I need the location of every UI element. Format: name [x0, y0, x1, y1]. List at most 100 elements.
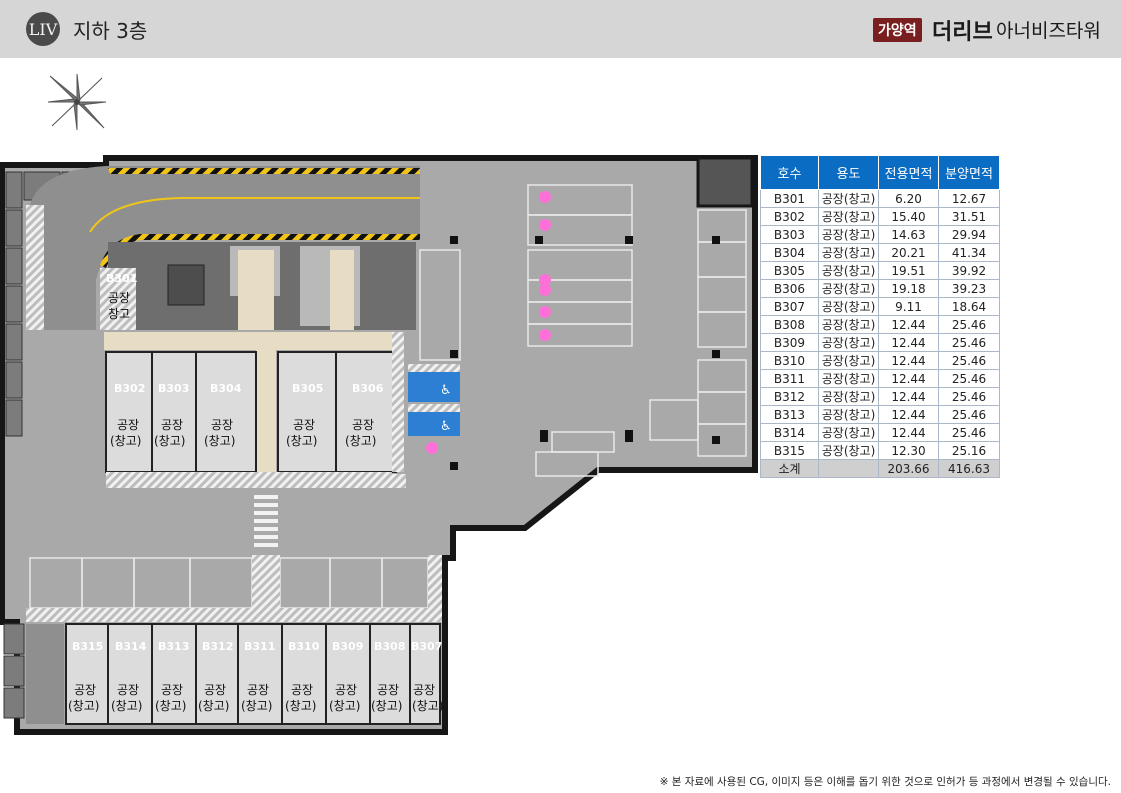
- unit-use2-B309: (창고): [329, 699, 360, 713]
- cell-exclusive-area: 6.20: [878, 189, 939, 208]
- cell-use: 공장(창고): [818, 315, 879, 334]
- header-use: 용도: [818, 155, 879, 190]
- cell-exclusive-area: 12.44: [878, 423, 939, 442]
- unit-use-B301: 공장: [108, 291, 130, 305]
- cell-use: 공장(창고): [818, 423, 879, 442]
- unit-use2-B308: (창고): [371, 699, 402, 713]
- table-row: B312 공장(창고) 12.44 25.46: [760, 387, 1000, 406]
- table-header-row: 호수 용도 전용면적 분양면적: [760, 155, 1000, 190]
- unit-use-B309: 공장: [335, 683, 357, 697]
- cell-use: 공장(창고): [818, 207, 879, 226]
- unit-use-B314: 공장: [117, 683, 139, 697]
- header-exclusive-area: 전용면적: [878, 155, 939, 190]
- elevator: [167, 264, 205, 306]
- unit-use2-B312: (창고): [198, 699, 229, 713]
- cell-exclusive-area: 19.51: [878, 261, 939, 280]
- cell-unit-no: B315: [760, 441, 819, 460]
- brand-subname: 아너비즈타워: [996, 20, 1101, 42]
- unit-B306: [335, 351, 397, 473]
- cell-sale-area: 25.46: [938, 405, 1000, 424]
- cell-sale-area: 29.94: [938, 225, 1000, 244]
- cell-exclusive-area: 12.44: [878, 315, 939, 334]
- header-bar: LIV 지하 3층 가양역 더리브 아너비즈타워: [0, 0, 1121, 58]
- cell-sale-area: 25.46: [938, 423, 1000, 442]
- cell-unit-no: B314: [760, 423, 819, 442]
- cell-use: 공장(창고): [818, 333, 879, 352]
- unit-label-B307: B307: [411, 640, 442, 653]
- cell-unit-no: B304: [760, 243, 819, 262]
- cell-unit-no: B310: [760, 351, 819, 370]
- total-exclusive-area: 203.66: [878, 459, 939, 478]
- table-row: B309 공장(창고) 12.44 25.46: [760, 333, 1000, 352]
- cell-unit-no: B308: [760, 315, 819, 334]
- unit-use-B305: 공장: [293, 418, 315, 432]
- cell-use: 공장(창고): [818, 261, 879, 280]
- table-row: B303 공장(창고) 14.63 29.94: [760, 225, 1000, 244]
- table-row: B308 공장(창고) 12.44 25.46: [760, 315, 1000, 334]
- cell-unit-no: B312: [760, 387, 819, 406]
- unit-label-B304: B304: [210, 382, 242, 395]
- brand-name: 더리브: [932, 20, 993, 45]
- cell-use: 공장(창고): [818, 279, 879, 298]
- table-row: B306 공장(창고) 19.18 39.23: [760, 279, 1000, 298]
- cell-exclusive-area: 19.18: [878, 279, 939, 298]
- cell-unit-no: B303: [760, 225, 819, 244]
- bottom-left-storage-bays: [3, 623, 25, 719]
- cell-sale-area: 25.16: [938, 441, 1000, 460]
- unit-label-B302: B302: [114, 382, 145, 395]
- unit-B302: [105, 351, 153, 473]
- brand-logo: LIV: [26, 12, 60, 46]
- cell-sale-area: 25.46: [938, 387, 1000, 406]
- unit-use2-B301: 창고: [108, 307, 130, 321]
- compass-rose-icon: [47, 73, 107, 131]
- station-badge: 가양역: [873, 18, 922, 42]
- cell-use: 공장(창고): [818, 351, 879, 370]
- table-row: B307 공장(창고) 9.11 18.64: [760, 297, 1000, 316]
- table-row: B302 공장(창고) 15.40 31.51: [760, 207, 1000, 226]
- unit-label-B301: B301: [106, 272, 137, 285]
- cell-use: 공장(창고): [818, 225, 879, 244]
- unit-use2-B304: (창고): [204, 434, 235, 448]
- table-row: B310 공장(창고) 12.44 25.46: [760, 351, 1000, 370]
- cell-unit-no: B306: [760, 279, 819, 298]
- unit-use-B311: 공장: [247, 683, 269, 697]
- cell-exclusive-area: 12.44: [878, 333, 939, 352]
- cell-use: 공장(창고): [818, 387, 879, 406]
- unit-B304: [195, 351, 257, 473]
- cell-sale-area: 18.64: [938, 297, 1000, 316]
- cell-use: 공장(창고): [818, 243, 879, 262]
- unit-use-B303: 공장: [161, 418, 183, 432]
- unit-use2-B306: (창고): [345, 434, 376, 448]
- cell-exclusive-area: 9.11: [878, 297, 939, 316]
- table-total-row: 소계 203.66 416.63: [760, 459, 1000, 478]
- unit-label-B303: B303: [158, 382, 189, 395]
- table-row: B315 공장(창고) 12.30 25.16: [760, 441, 1000, 460]
- unit-use2-B315: (창고): [68, 699, 99, 713]
- corridor: [104, 332, 404, 350]
- cell-unit-no: B305: [760, 261, 819, 280]
- unit-label-B311: B311: [244, 640, 275, 653]
- total-label: 소계: [760, 459, 819, 478]
- cell-sale-area: 12.67: [938, 189, 1000, 208]
- wheelchair-icon: ♿: [440, 419, 452, 434]
- unit-label-B308: B308: [374, 640, 405, 653]
- table-row: B311 공장(창고) 12.44 25.46: [760, 369, 1000, 388]
- unit-B303: [151, 351, 197, 473]
- table-row: B304 공장(창고) 20.21 41.34: [760, 243, 1000, 262]
- cell-exclusive-area: 12.30: [878, 441, 939, 460]
- cell-exclusive-area: 12.44: [878, 387, 939, 406]
- cell-use: 공장(창고): [818, 369, 879, 388]
- table-row: B314 공장(창고) 12.44 25.46: [760, 423, 1000, 442]
- cell-exclusive-area: 12.44: [878, 351, 939, 370]
- cell-unit-no: B307: [760, 297, 819, 316]
- table-row: B313 공장(창고) 12.44 25.46: [760, 405, 1000, 424]
- cell-sale-area: 25.46: [938, 351, 1000, 370]
- upper-units: [105, 351, 397, 473]
- unit-use2-B307: (창고): [412, 699, 443, 713]
- unit-use-B312: 공장: [204, 683, 226, 697]
- cell-unit-no: B301: [760, 189, 819, 208]
- unit-label-B312: B312: [202, 640, 233, 653]
- unit-use-B313: 공장: [161, 683, 183, 697]
- unit-label-B305: B305: [292, 382, 323, 395]
- unit-label-B310: B310: [288, 640, 320, 653]
